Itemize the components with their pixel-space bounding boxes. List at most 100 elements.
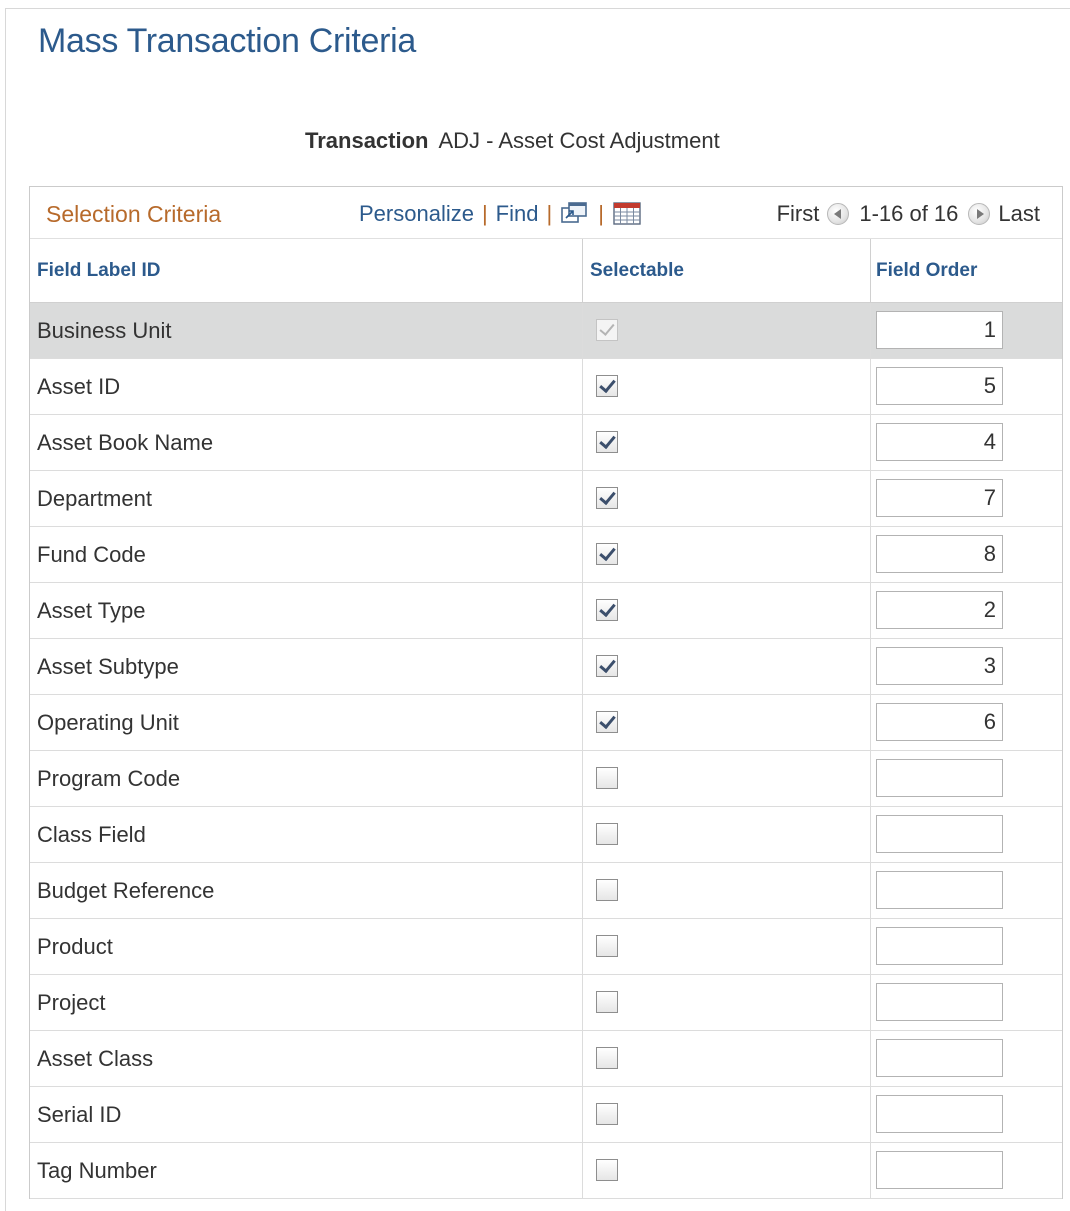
row-range: 1-16 of 16 bbox=[859, 201, 959, 226]
column-divider bbox=[582, 303, 583, 358]
column-divider bbox=[870, 751, 871, 806]
selectable-checkbox[interactable] bbox=[596, 1047, 618, 1069]
table-row: Program Code bbox=[30, 751, 1062, 807]
grid-rows: Business Unit Asset ID Asset Book Name Depa… bbox=[30, 303, 1062, 1199]
grid-toolbar: Personalize | Find | | bbox=[359, 199, 642, 229]
field-label: Asset Subtype bbox=[37, 654, 179, 679]
field-label: Asset Class bbox=[37, 1046, 154, 1071]
spreadsheet-icon[interactable] bbox=[612, 201, 642, 227]
field-order-input[interactable] bbox=[876, 1151, 1003, 1189]
field-order-input[interactable] bbox=[876, 479, 1003, 517]
table-row: Budget Reference bbox=[30, 863, 1062, 919]
column-divider bbox=[870, 415, 871, 470]
field-label: Product bbox=[37, 934, 113, 959]
selectable-checkbox[interactable] bbox=[596, 655, 618, 677]
column-divider bbox=[582, 863, 583, 918]
field-order-input[interactable] bbox=[876, 535, 1003, 573]
table-row: Asset ID bbox=[30, 359, 1062, 415]
first-link[interactable]: First bbox=[777, 201, 820, 227]
column-divider bbox=[870, 1087, 871, 1142]
selectable-checkbox[interactable] bbox=[596, 375, 618, 397]
selectable-checkbox[interactable] bbox=[596, 767, 618, 789]
column-divider bbox=[870, 1143, 871, 1198]
column-divider bbox=[582, 919, 583, 974]
field-label: Asset Book Name bbox=[37, 430, 214, 455]
last-link[interactable]: Last bbox=[998, 201, 1040, 227]
toolbar-separator: | bbox=[598, 201, 604, 226]
toolbar-separator: | bbox=[546, 201, 553, 226]
column-divider bbox=[582, 415, 583, 470]
selectable-checkbox[interactable] bbox=[596, 879, 618, 901]
field-order-input[interactable] bbox=[876, 1039, 1003, 1077]
field-label: Asset ID bbox=[37, 374, 121, 399]
selectable-checkbox[interactable] bbox=[596, 431, 618, 453]
field-order-input[interactable] bbox=[876, 703, 1003, 741]
column-header-selectable[interactable]: Selectable bbox=[582, 239, 870, 303]
table-row: Department bbox=[30, 471, 1062, 527]
new-window-icon[interactable] bbox=[560, 201, 590, 227]
column-divider bbox=[870, 919, 871, 974]
field-order-input[interactable] bbox=[876, 311, 1003, 349]
selectable-checkbox[interactable] bbox=[596, 487, 618, 509]
selectable-checkbox[interactable] bbox=[596, 935, 618, 957]
table-row: Class Field bbox=[30, 807, 1062, 863]
table-row: Project bbox=[30, 975, 1062, 1031]
column-header-field-order[interactable]: Field Order bbox=[870, 239, 1062, 303]
table-row: Asset Class bbox=[30, 1031, 1062, 1087]
transaction-info: Transaction ADJ - Asset Cost Adjustment bbox=[305, 128, 720, 154]
column-divider bbox=[582, 695, 583, 750]
column-divider bbox=[582, 751, 583, 806]
next-arrow-icon[interactable] bbox=[968, 203, 991, 225]
field-order-input[interactable] bbox=[876, 983, 1003, 1021]
selectable-checkbox[interactable] bbox=[596, 823, 618, 845]
selectable-checkbox[interactable] bbox=[596, 991, 618, 1013]
column-divider bbox=[582, 471, 583, 526]
column-divider bbox=[582, 359, 583, 414]
selectable-checkbox[interactable] bbox=[596, 1159, 618, 1181]
column-divider bbox=[582, 975, 583, 1030]
previous-arrow-icon[interactable] bbox=[827, 203, 850, 225]
field-order-input[interactable] bbox=[876, 871, 1003, 909]
field-order-input[interactable] bbox=[876, 367, 1003, 405]
column-divider bbox=[870, 527, 871, 582]
table-row: Asset Type bbox=[30, 583, 1062, 639]
table-row: Product bbox=[30, 919, 1062, 975]
field-order-input[interactable] bbox=[876, 927, 1003, 965]
selectable-checkbox[interactable] bbox=[596, 543, 618, 565]
column-divider bbox=[870, 975, 871, 1030]
find-link[interactable]: Find bbox=[496, 201, 539, 227]
field-order-input[interactable] bbox=[876, 1095, 1003, 1133]
column-divider bbox=[870, 807, 871, 862]
table-row: Serial ID bbox=[30, 1087, 1062, 1143]
field-label: Project bbox=[37, 990, 106, 1015]
field-order-input[interactable] bbox=[876, 815, 1003, 853]
selectable-checkbox bbox=[596, 319, 618, 341]
field-label: Operating Unit bbox=[37, 710, 179, 735]
column-divider bbox=[870, 863, 871, 918]
column-divider bbox=[870, 1031, 871, 1086]
table-row: Tag Number bbox=[30, 1143, 1062, 1199]
field-label: Business Unit bbox=[37, 318, 172, 343]
selectable-checkbox[interactable] bbox=[596, 599, 618, 621]
table-row: Fund Code bbox=[30, 527, 1062, 583]
column-divider bbox=[870, 359, 871, 414]
column-divider bbox=[582, 583, 583, 638]
selectable-checkbox[interactable] bbox=[596, 1103, 618, 1125]
column-divider bbox=[870, 303, 871, 358]
table-row: Operating Unit bbox=[30, 695, 1062, 751]
selectable-checkbox[interactable] bbox=[596, 711, 618, 733]
field-order-input[interactable] bbox=[876, 647, 1003, 685]
field-order-input[interactable] bbox=[876, 759, 1003, 797]
column-divider bbox=[870, 471, 871, 526]
field-order-input[interactable] bbox=[876, 423, 1003, 461]
column-header-field-label[interactable]: Field Label ID bbox=[30, 239, 582, 303]
grid-title: Selection Criteria bbox=[46, 201, 222, 227]
grid-header: Selection Criteria Personalize | Find | … bbox=[30, 187, 1062, 239]
column-divider bbox=[870, 583, 871, 638]
field-order-input[interactable] bbox=[876, 591, 1003, 629]
field-label: Department bbox=[37, 486, 152, 511]
column-divider bbox=[582, 527, 583, 582]
personalize-link[interactable]: Personalize bbox=[359, 201, 474, 227]
table-row: Asset Subtype bbox=[30, 639, 1062, 695]
page-title: Mass Transaction Criteria bbox=[38, 22, 416, 60]
